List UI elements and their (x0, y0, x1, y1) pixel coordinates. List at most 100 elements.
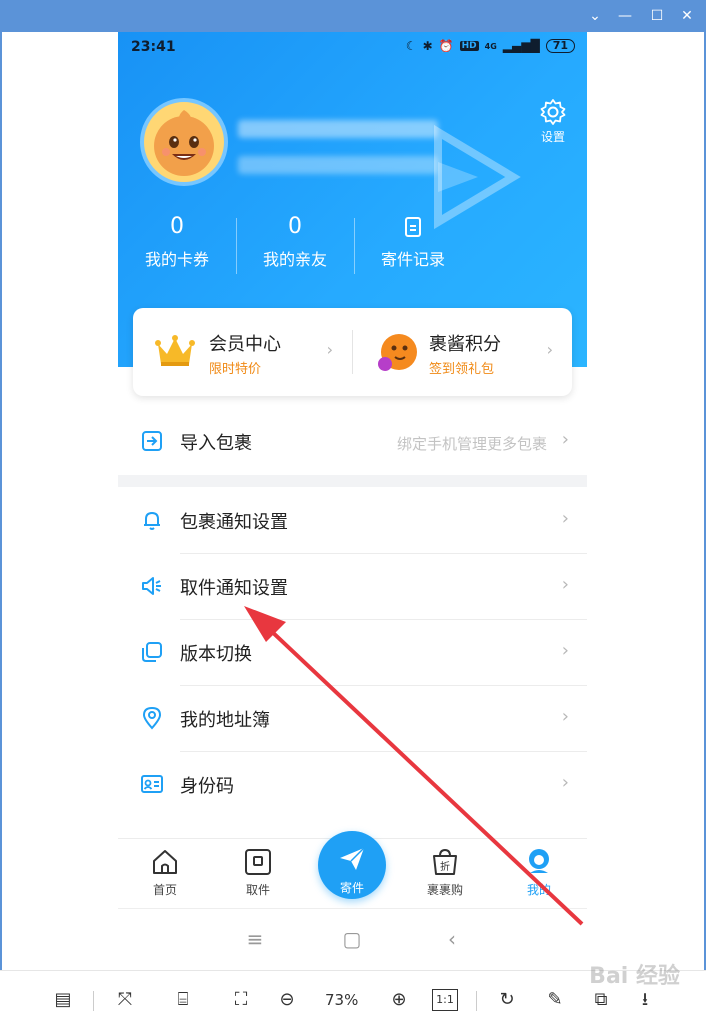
member-card: 会员中心 限时特价 › 裹酱积分 签到领礼包 › (133, 308, 572, 396)
crown-icon (155, 335, 195, 366)
section-gap (118, 475, 587, 487)
chevron-down-icon[interactable]: ⌄ (584, 6, 606, 26)
status-time: 23:41 (131, 39, 176, 55)
document-icon (354, 212, 472, 242)
member-center-subtitle: 限时特价 (209, 362, 262, 377)
system-nav-bar: ≡ ▢ ‹ (118, 908, 587, 970)
tab-pickup[interactable]: 取件 (223, 847, 293, 898)
mascot-avatar-icon (154, 110, 214, 176)
menu-item-label: 包裹通知设置 (180, 512, 288, 533)
member-center-title: 会员中心 (209, 334, 281, 355)
download-icon[interactable]: ⭳ (632, 987, 658, 1013)
alarm-icon: ⏰ (438, 39, 454, 53)
switch-icon (142, 642, 162, 662)
tab-label: 我的 (526, 883, 551, 897)
home-icon (153, 850, 177, 874)
toolbar-divider (476, 991, 477, 1011)
back-icon[interactable]: ‹ (442, 929, 462, 949)
pickup-icon (245, 849, 271, 875)
import-icon (142, 431, 162, 451)
menu-item-label: 取件通知设置 (180, 578, 288, 599)
chevron-right-icon: › (561, 772, 569, 793)
maximize-button[interactable]: ☐ (646, 6, 668, 26)
settings-button[interactable]: 设置 (533, 98, 573, 145)
svg-text:折: 折 (440, 860, 450, 873)
avatar[interactable] (140, 98, 228, 186)
stat-value: 0 (288, 214, 302, 239)
window-titlebar: ⌄ — ☐ ✕ (0, 0, 706, 32)
chevron-right-icon: › (326, 340, 333, 359)
actual-size-button[interactable]: 1:1 (432, 989, 458, 1011)
edit-icon[interactable]: ✎ (542, 987, 568, 1013)
toolbar-divider (93, 991, 94, 1011)
stat-label: 我的亲友 (262, 250, 327, 269)
import-package-label: 导入包裹 (180, 433, 252, 454)
chevron-right-icon: › (561, 574, 569, 595)
tab-label: 取件 (245, 883, 270, 897)
chevron-right-icon: › (561, 508, 569, 529)
chevron-right-icon: › (561, 640, 569, 661)
menu-item-pickup-notify[interactable]: 取件通知设置 › (118, 554, 587, 620)
menu-item-label: 版本切换 (180, 644, 252, 665)
zoom-out-icon[interactable]: ⊖ (274, 987, 300, 1013)
blurred-username (238, 120, 438, 138)
chevron-right-icon: › (546, 340, 553, 359)
bottom-tab-bar: 首页 取件 寄件 折 裹裹购 我的 (118, 831, 587, 908)
tab-shop[interactable]: 折 裹裹购 (410, 847, 480, 898)
tab-send[interactable]: 寄件 (318, 831, 386, 899)
thumbnail-icon[interactable]: ▤ (50, 987, 76, 1013)
battery-icon: 71 (545, 39, 575, 53)
menu-item-id-code[interactable]: 身份码 › (118, 752, 587, 818)
points-button[interactable]: 裹酱积分 签到领礼包 › (353, 308, 571, 396)
status-icons: ☾ ✱ ⏰ HD 4G ▂▄▆█ 71 (406, 39, 575, 53)
stat-relatives[interactable]: 0 我的亲友 (236, 212, 354, 282)
ocr-icon[interactable]: ⌸ (170, 987, 196, 1013)
zoom-in-icon[interactable]: ⊕ (386, 987, 412, 1013)
moon-icon: ☾ (405, 39, 417, 53)
import-package-hint: 绑定手机管理更多包裹 (396, 435, 547, 453)
rotate-icon[interactable]: ↻ (494, 987, 520, 1013)
mascot-points-icon (378, 334, 417, 371)
points-subtitle: 签到领礼包 (429, 362, 495, 377)
stat-label: 我的卡券 (144, 250, 209, 269)
import-package-row[interactable]: 导入包裹 绑定手机管理更多包裹 › (118, 409, 587, 475)
watermark: Bai 经验 (589, 964, 680, 989)
window-frame-left (0, 32, 2, 1028)
profile-icon (529, 849, 549, 873)
stat-value: 0 (170, 214, 184, 239)
tab-mine[interactable]: 我的 (504, 847, 574, 898)
minimize-button[interactable]: — (614, 6, 636, 26)
bell-icon (144, 511, 160, 530)
fullscreen-icon[interactable]: ⧉ (588, 987, 614, 1013)
menu-item-package-notify[interactable]: 包裹通知设置 › (118, 488, 587, 554)
stat-send-records[interactable]: 寄件记录 (354, 212, 472, 282)
chevron-right-icon: › (561, 429, 569, 450)
home-square-icon[interactable]: ▢ (342, 929, 362, 949)
points-title: 裹酱积分 (429, 334, 501, 355)
settings-label: 设置 (540, 130, 565, 144)
fit-icon[interactable]: ⤧ (112, 987, 138, 1013)
chevron-right-icon: › (561, 706, 569, 727)
id-card-icon (141, 775, 163, 793)
tab-home[interactable]: 首页 (130, 847, 200, 898)
zoom-level: 73% (325, 991, 359, 1009)
stats-row: 0 我的卡券 0 我的亲友 寄件记录 (118, 212, 472, 282)
menu-item-version-switch[interactable]: 版本切换 › (118, 620, 587, 686)
menu-item-address-book[interactable]: 我的地址簿 › (118, 686, 587, 752)
network-label: 4G (484, 41, 497, 51)
status-bar: 23:41 ☾ ✱ ⏰ HD 4G ▂▄▆█ 71 (118, 32, 587, 62)
send-icon (340, 847, 365, 870)
stat-label: 寄件记录 (380, 250, 445, 269)
menu-item-label: 我的地址簿 (180, 710, 270, 731)
tab-label: 裹裹购 (426, 883, 463, 897)
stat-coupons[interactable]: 0 我的卡券 (118, 212, 236, 282)
tab-label: 首页 (152, 883, 177, 897)
phone-screen: 23:41 ☾ ✱ ⏰ HD 4G ▂▄▆█ 71 设置 0 我的卡券 0 我的… (118, 32, 587, 970)
tab-label: 寄件 (339, 881, 364, 895)
crop-icon[interactable]: ⛶ (228, 987, 254, 1013)
menu-icon[interactable]: ≡ (245, 929, 265, 949)
speaker-icon (142, 577, 161, 595)
close-button[interactable]: ✕ (676, 6, 698, 26)
member-center-button[interactable]: 会员中心 限时特价 › (133, 308, 351, 396)
hd-icon: HD (459, 41, 479, 51)
